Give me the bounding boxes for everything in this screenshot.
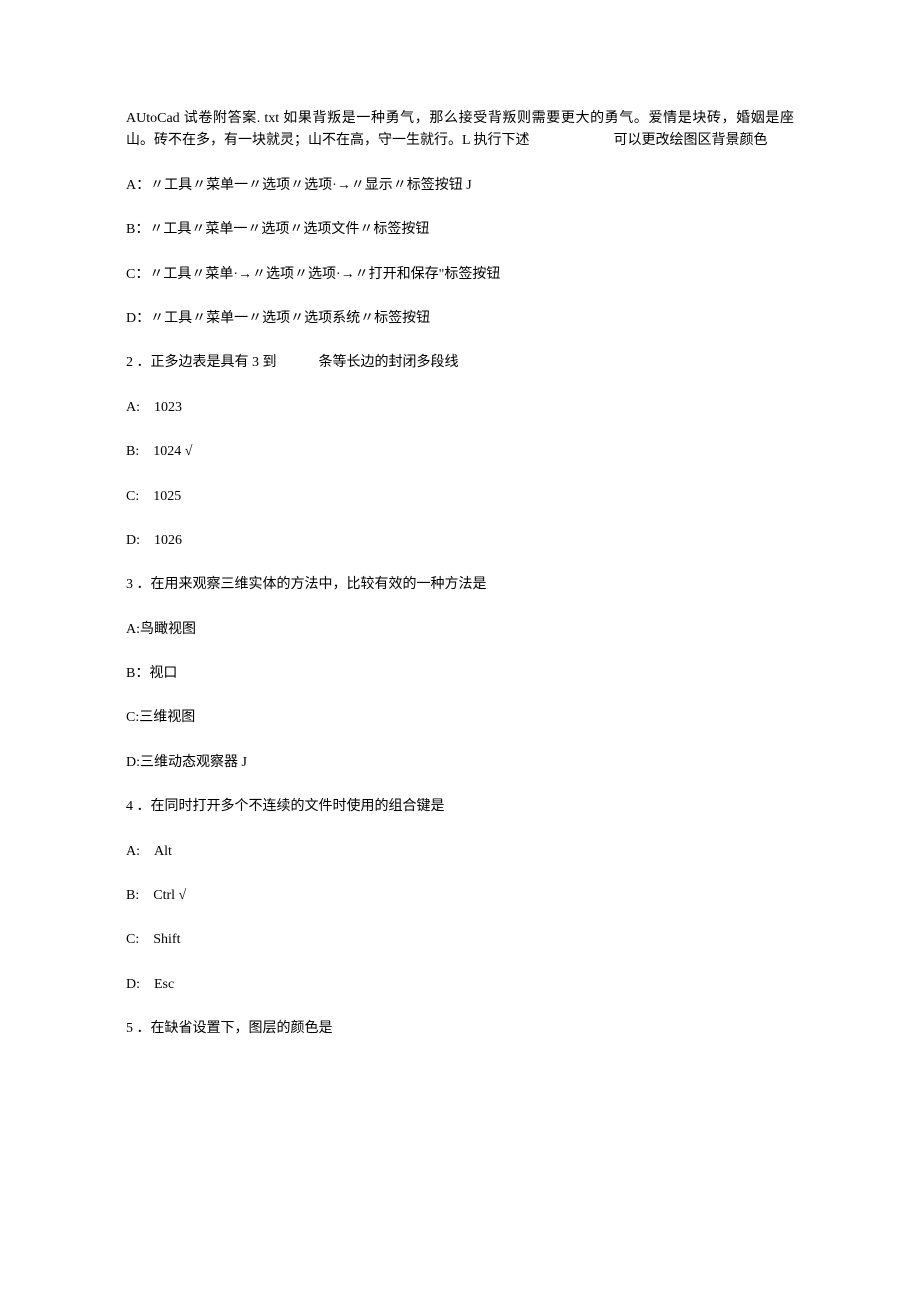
q1-option-d: D：〃工具〃菜单一〃选项〃选项系统〃标签按钮 (126, 308, 794, 330)
q3-option-b: B：视口 (126, 663, 794, 685)
q2-option-a: A: 1023 (126, 397, 794, 419)
q2-stem: 2 ．正多边表是具有 3 到 条等长边的封闭多段线 (126, 352, 794, 374)
intro-paragraph: AUtoCad 试卷附答案. txt 如果背叛是一种勇气，那么接受背叛则需要更大… (126, 108, 794, 153)
q4-stem: 4 ．在同时打开多个不连续的文件时使用的组合键是 (126, 796, 794, 818)
q2-option-d: D: 1026 (126, 530, 794, 552)
document-page: AUtoCad 试卷附答案. txt 如果背叛是一种勇气，那么接受背叛则需要更大… (0, 0, 920, 1301)
q4-option-c: C: Shift (126, 929, 794, 951)
q2-option-b: B: 1024 √ (126, 441, 794, 463)
q3-option-c: C:三维视图 (126, 707, 794, 729)
q4-option-d: D: Esc (126, 974, 794, 996)
q3-option-a: A:鸟瞰视图 (126, 619, 794, 641)
q1-option-b: B：〃工具〃菜单一〃选项〃选项文件〃标签按钮 (126, 219, 794, 241)
q2-option-c: C: 1025 (126, 486, 794, 508)
q1-option-c: C：〃工具〃菜单·→〃选项〃选项·→〃打开和保存"标签按钮 (126, 264, 794, 286)
q3-option-d: D:三维动态观察器 J (126, 752, 794, 774)
q1-option-a: A：〃工具〃菜单一〃选项〃选项·→〃显示〃标签按钮 J (126, 175, 794, 197)
q4-option-b: B: Ctrl √ (126, 885, 794, 907)
q5-stem: 5 ．在缺省设置下，图层的颜色是 (126, 1018, 794, 1040)
q4-option-a: A: Alt (126, 841, 794, 863)
q3-stem: 3 ．在用来观察三维实体的方法中，比较有效的一种方法是 (126, 574, 794, 596)
